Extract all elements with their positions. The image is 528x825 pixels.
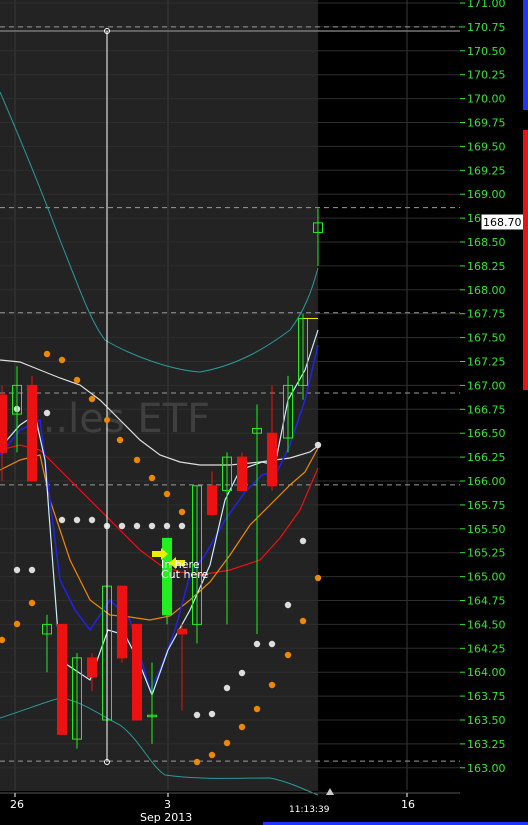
sar-dot-white-8	[133, 522, 141, 530]
candle-8	[117, 585, 127, 663]
sar-dot-orange-17	[268, 681, 276, 689]
sar-dot-white-7	[118, 522, 126, 530]
sar-dot-orange-3	[88, 395, 96, 403]
candle-2	[27, 375, 37, 482]
sar-dot-orange-12	[193, 758, 201, 766]
sar-dot-orange-10	[13, 620, 21, 628]
sar-dot-white-5	[88, 516, 96, 524]
y-tick-label-16: 167.00	[467, 379, 506, 392]
y-tick-label-2: 170.50	[467, 45, 506, 58]
sar-dot-white-11	[178, 522, 186, 530]
y-tick-label-21: 165.75	[467, 499, 506, 512]
y-tick-label-12: 168.00	[467, 284, 506, 297]
timestamp-label: 11:13:39	[289, 805, 330, 815]
y-tick-label-18: 166.50	[467, 427, 506, 440]
candle-body-18	[267, 432, 277, 487]
y-tick-label-22: 165.50	[467, 523, 506, 536]
candle-body-12	[177, 628, 187, 635]
y-tick-label-0: 171.00	[467, 0, 506, 10]
sar-dot-orange-20	[314, 574, 322, 582]
y-tick-label-17: 166.75	[467, 403, 506, 416]
y-tick-label-32: 163.00	[467, 762, 506, 775]
sar-dot-orange-8	[178, 508, 186, 516]
y-tick-label-6: 169.50	[467, 140, 506, 153]
y-tick-label-25: 164.75	[467, 595, 506, 608]
sar-dot-white-22	[314, 441, 322, 449]
sar-dot-orange-6	[148, 474, 156, 482]
y-tick-label-27: 164.25	[467, 642, 506, 655]
sar-dot-orange-4	[116, 436, 124, 444]
y-tick-label-14: 167.50	[467, 332, 506, 345]
sar-dot-orange-16	[253, 705, 261, 713]
sar-dot-white-14	[193, 711, 201, 719]
candle-4	[57, 623, 67, 735]
candle-body-2	[27, 384, 37, 482]
watermark-text: ...les ETF	[30, 396, 210, 442]
candle-body-9	[132, 623, 142, 721]
sar-dot-orange-19	[299, 617, 307, 625]
sar-dot-orange-0	[43, 350, 51, 358]
candle-16	[237, 452, 247, 492]
sar-dot-white-19	[268, 640, 276, 648]
sar-dot-white-13	[28, 566, 36, 574]
sar-dot-white-12	[13, 566, 21, 574]
y-tick-label-4: 170.00	[467, 93, 506, 106]
y-tick-label-24: 165.00	[467, 571, 506, 584]
sar-dot-white-17	[238, 669, 246, 677]
right-edge-marker-red	[523, 130, 528, 390]
y-tick-label-3: 170.25	[467, 69, 506, 82]
candle-body-0	[0, 394, 7, 453]
y-tick-label-28: 164.00	[467, 666, 506, 679]
sar-dot-white-18	[253, 640, 261, 648]
sar-dot-white-10	[163, 522, 171, 530]
y-tick-label-15: 167.25	[467, 356, 506, 369]
y-tick-label-30: 163.50	[467, 714, 506, 727]
right-edge-marker-blue	[523, 0, 528, 110]
y-tick-label-23: 165.25	[467, 547, 506, 560]
y-tick-label-13: 167.75	[467, 308, 506, 321]
sar-dot-white-20	[284, 601, 292, 609]
sar-dot-white-21	[299, 537, 307, 545]
y-tick-label-8: 169.00	[467, 188, 506, 201]
sar-dot-orange-1	[58, 356, 66, 364]
candle-body-14	[207, 485, 217, 515]
sar-dot-orange-5	[133, 456, 141, 464]
y-tick-label-29: 163.75	[467, 690, 506, 703]
sar-dot-orange-14	[223, 739, 231, 747]
sar-dot-white-3	[58, 516, 66, 524]
price-chart[interactable]: ...les ETF In here Cut here 171.00170.75…	[0, 0, 528, 825]
sar-dot-white-15	[208, 710, 216, 718]
sar-dot-orange-15	[238, 723, 246, 731]
sar-dot-white-9	[148, 522, 156, 530]
last-price-tag: 168.70	[480, 213, 525, 231]
sar-dot-orange-9	[28, 599, 36, 607]
annotation-cut-here: Cut here	[161, 568, 208, 581]
candle-9	[132, 623, 142, 721]
candle-body-6	[87, 657, 97, 678]
candle-body-8	[117, 585, 127, 659]
y-tick-label-5: 169.75	[467, 117, 506, 130]
x-label-26: 26	[10, 798, 24, 811]
sar-dot-orange-13	[208, 751, 216, 759]
y-tick-label-26: 164.50	[467, 618, 506, 631]
sar-dot-white-4	[73, 516, 81, 524]
x-label-16: 16	[401, 798, 415, 811]
sar-dot-white-2	[43, 409, 51, 417]
y-tick-label-10: 168.50	[467, 236, 506, 249]
last-price-label: 168.70	[483, 216, 522, 229]
y-tick-label-7: 169.25	[467, 164, 506, 177]
sar-dot-orange-7	[163, 490, 171, 498]
sar-dot-orange-2	[73, 376, 81, 384]
y-tick-label-19: 166.25	[467, 451, 506, 464]
sar-dot-orange-18	[284, 651, 292, 659]
candle-body-4	[57, 623, 67, 735]
y-tick-label-31: 163.25	[467, 738, 506, 751]
sar-dot-white-16	[223, 684, 231, 692]
x-label-3: 3	[164, 798, 171, 811]
candle-body-16	[237, 456, 247, 492]
y-tick-label-20: 166.00	[467, 475, 506, 488]
y-tick-label-1: 170.75	[467, 21, 506, 34]
x-sublabel-month: Sep 2013	[140, 811, 192, 824]
y-tick-label-11: 168.25	[467, 260, 506, 273]
